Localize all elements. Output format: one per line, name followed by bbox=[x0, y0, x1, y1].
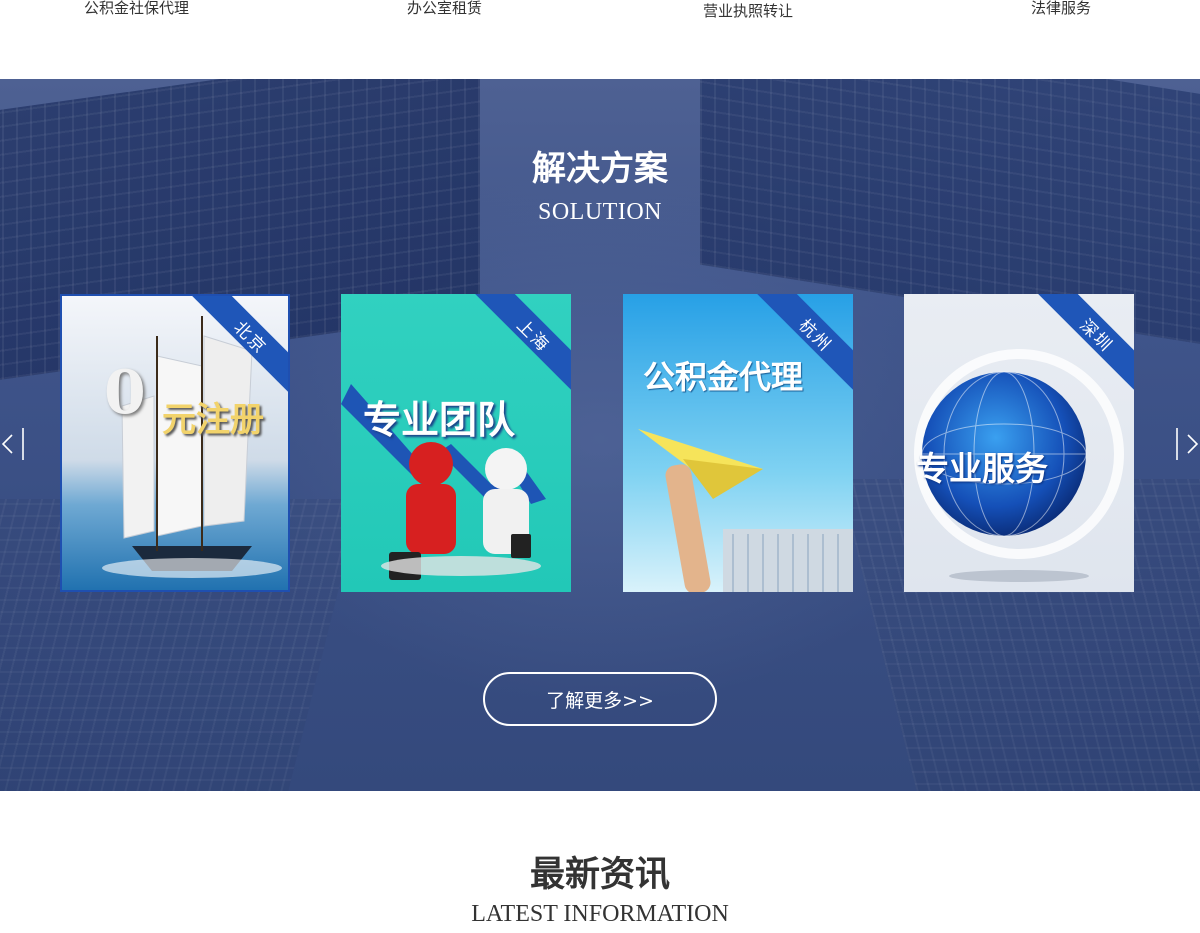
news-title: 最新资讯 bbox=[529, 854, 670, 895]
carousel-next-button[interactable] bbox=[1170, 424, 1200, 464]
solution-section: 解决方案 SOLUTION 0 元注册 北京 专业团队 上海 公积金代理 杭州 … bbox=[0, 79, 1200, 791]
service-link-legal[interactable]: 法律服务 bbox=[1031, 0, 1091, 18]
carousel-prev-button[interactable] bbox=[0, 424, 30, 464]
card-caption: 专业团队 bbox=[363, 397, 516, 442]
learn-more-button[interactable]: 了解更多>> bbox=[483, 672, 717, 726]
solution-card-hangzhou[interactable]: 公积金代理 杭州 bbox=[623, 294, 853, 592]
chevron-right-icon bbox=[1176, 428, 1199, 460]
solution-card-shanghai[interactable]: 专业团队 上海 bbox=[341, 294, 571, 592]
solution-subtitle: SOLUTION bbox=[538, 199, 662, 225]
card-caption-zero: 0 bbox=[104, 358, 146, 428]
card-caption: 元注册 bbox=[162, 400, 264, 440]
service-link-office[interactable]: 办公室租赁 bbox=[407, 0, 482, 18]
card-caption: 专业服务 bbox=[916, 449, 1048, 488]
service-link-license[interactable]: 营业执照转让 bbox=[703, 0, 793, 21]
solution-title: 解决方案 bbox=[532, 149, 668, 189]
card-caption: 公积金代理 bbox=[643, 358, 804, 396]
news-subtitle: LATEST INFORMATION bbox=[471, 901, 729, 927]
chevron-left-icon bbox=[1, 428, 24, 460]
solution-card-beijing[interactable]: 0 元注册 北京 bbox=[60, 294, 290, 592]
service-link-fund[interactable]: 公积金社保代理 bbox=[84, 0, 189, 18]
solution-card-shenzhen[interactable]: 专业服务 深圳 bbox=[904, 294, 1134, 592]
top-service-strip: 公积金社保代理 办公室租赁 营业执照转让 法律服务 bbox=[0, 0, 1200, 79]
news-section: 最新资讯 LATEST INFORMATION bbox=[0, 791, 1200, 933]
